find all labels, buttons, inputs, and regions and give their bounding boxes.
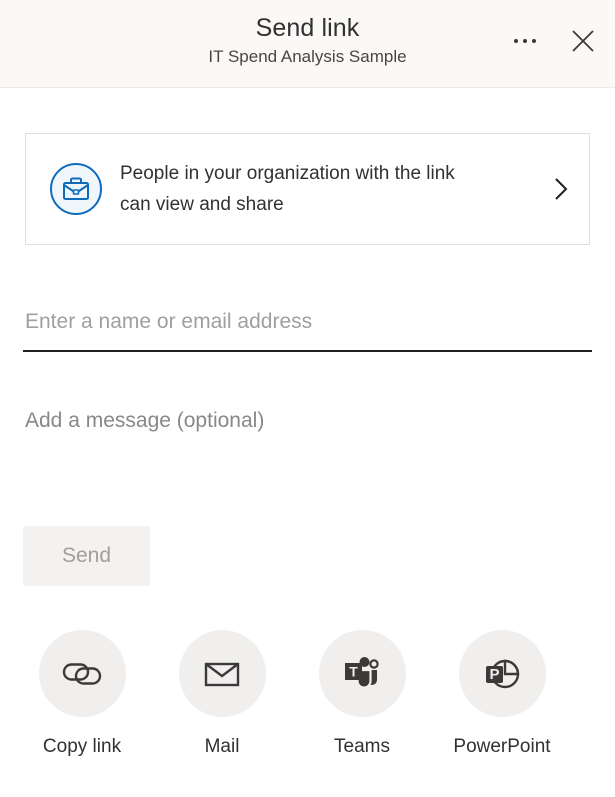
share-option-label: Teams (334, 736, 390, 757)
chevron-right-icon (533, 174, 589, 204)
share-option-powerpoint[interactable]: P PowerPoint (432, 630, 572, 759)
svg-text:P: P (489, 666, 499, 683)
powerpoint-icon: P (458, 630, 546, 717)
link-icon (38, 630, 126, 717)
send-button-label: Send (61, 544, 112, 567)
svg-text:T: T (349, 663, 358, 679)
dialog-header: Send link IT Spend Analysis Sample (0, 0, 615, 88)
close-icon (572, 30, 594, 52)
share-option-mail[interactable]: Mail (152, 630, 292, 759)
share-option-label: Mail (204, 736, 240, 757)
link-settings-button[interactable]: People in your organization with the lin… (25, 133, 590, 245)
more-options-button[interactable] (503, 19, 547, 63)
share-option-label: Copy link (42, 736, 122, 757)
briefcase-icon (48, 161, 104, 217)
share-options-row: Copy link Mail T Teams P PowerPoint (12, 630, 592, 759)
recipients-input[interactable] (23, 300, 592, 352)
share-option-copy-link[interactable]: Copy link (12, 630, 152, 759)
header-actions (503, 19, 605, 63)
link-settings-line-1: People in your organization with the lin… (120, 163, 455, 184)
ellipsis-icon (514, 39, 536, 43)
link-settings-line-2: can view and share (120, 194, 284, 215)
share-option-teams[interactable]: T Teams (292, 630, 432, 759)
mail-icon (178, 630, 266, 717)
share-option-label: PowerPoint (453, 736, 551, 757)
send-button[interactable]: Send (23, 526, 150, 586)
message-input[interactable] (23, 398, 592, 444)
link-settings-text: People in your organization with the lin… (120, 158, 533, 220)
teams-icon: T (318, 630, 406, 717)
close-button[interactable] (561, 19, 605, 63)
